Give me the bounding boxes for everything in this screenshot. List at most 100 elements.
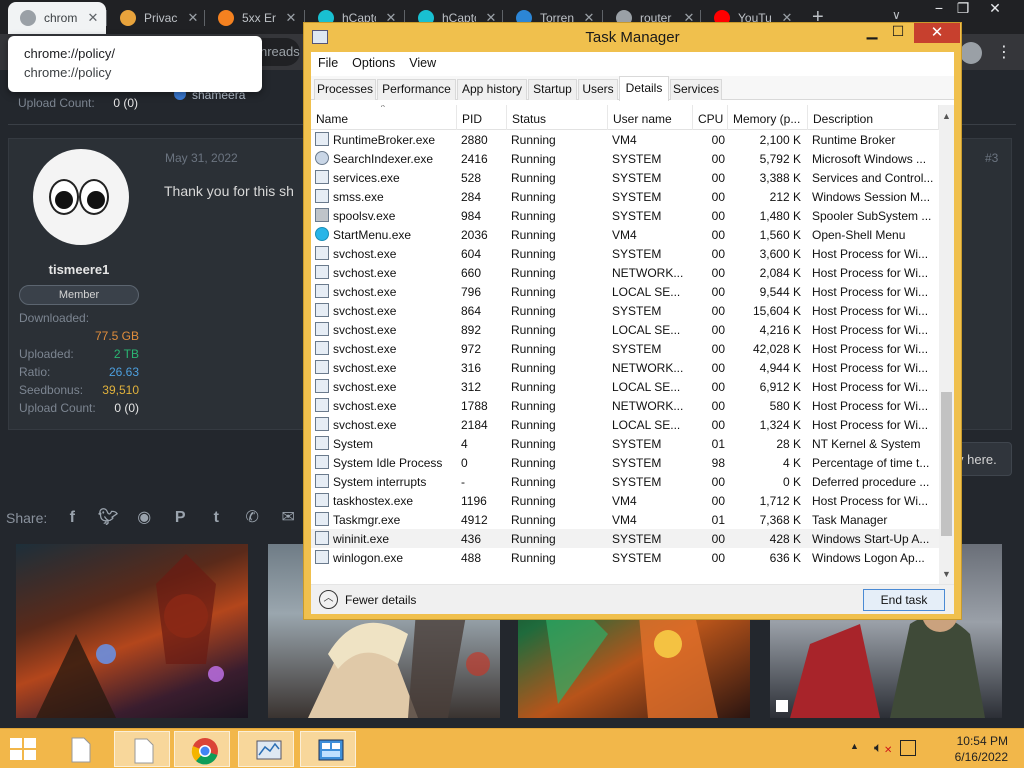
tray-overflow-icon[interactable]: ▲ <box>850 741 859 751</box>
browser-restore-button[interactable]: ❐ <box>948 0 978 22</box>
whatsapp-icon[interactable]: ✆ <box>241 508 263 528</box>
column-header-cpu[interactable]: CPU <box>693 105 728 130</box>
browser-tab[interactable]: chrom ✕ <box>8 2 106 34</box>
table-row[interactable]: RuntimeBroker.exe 2880 Running VM4 00 2,100 K… <box>311 130 939 149</box>
table-row[interactable]: System 4 Running SYSTEM 01 28 K NT Kernel & Sy… <box>311 434 939 453</box>
avatar[interactable] <box>33 149 129 245</box>
cell-mem: 5,792 K <box>759 152 801 166</box>
chrome-icon[interactable] <box>174 731 230 767</box>
table-row[interactable]: svchost.exe 892 Running LOCAL SE... 00 4,216 … <box>311 320 939 339</box>
column-header-description[interactable]: Description <box>808 105 939 130</box>
twitter-icon[interactable]: 🐦︎ <box>97 508 119 528</box>
post-date[interactable]: May 31, 2022 <box>165 151 238 165</box>
window-titlebar[interactable]: Task Manager ▁ ☐ ✕ <box>304 23 961 52</box>
table-row[interactable]: winlogon.exe 488 Running SYSTEM 00 636 K Windo… <box>311 548 939 567</box>
menu-view[interactable]: View <box>402 52 443 74</box>
scrollbar-thumb[interactable] <box>941 392 952 536</box>
stat-value: 2 TB <box>113 347 139 361</box>
fewer-details-link[interactable]: Fewer details <box>345 593 416 607</box>
table-row[interactable]: spoolsv.exe 984 Running SYSTEM 00 1,480 K Spoo… <box>311 206 939 225</box>
close-button[interactable]: ✕ <box>914 23 960 43</box>
profile-avatar[interactable] <box>960 42 982 64</box>
tab-performance[interactable]: Performance <box>377 79 456 100</box>
start-button[interactable] <box>10 738 38 762</box>
table-row[interactable]: svchost.exe 316 Running NETWORK... 00 4,944 K… <box>311 358 939 377</box>
scroll-down-icon[interactable]: ▼ <box>939 569 954 579</box>
scroll-up-icon[interactable]: ▲ <box>939 111 954 121</box>
tab-processes[interactable]: Processes <box>314 79 376 100</box>
cell-cpu: 00 <box>711 228 725 242</box>
column-header-memory[interactable]: Memory (p... <box>728 105 808 130</box>
clock-time[interactable]: 10:54 PM <box>930 734 1008 748</box>
tab-search-button[interactable]: ∨ <box>892 8 901 22</box>
table-row[interactable]: services.exe 528 Running SYSTEM 00 3,388 K Ser… <box>311 168 939 187</box>
chrome-menu-icon[interactable]: ⋮ <box>996 42 1012 62</box>
tumblr-icon[interactable]: t <box>205 508 227 528</box>
pinterest-icon[interactable]: P <box>169 508 191 528</box>
table-row[interactable]: System interrupts - Running SYSTEM 00 0 K Defe… <box>311 472 939 491</box>
table-row[interactable]: SearchIndexer.exe 2416 Running SYSTEM 00 5,79… <box>311 149 939 168</box>
table-row[interactable]: Taskmgr.exe 4912 Running VM4 01 7,368 K Task M… <box>311 510 939 529</box>
control-panel-icon[interactable] <box>300 731 356 767</box>
table-row[interactable]: svchost.exe 604 Running SYSTEM 00 3,600 K Host… <box>311 244 939 263</box>
tab-app-history[interactable]: App history <box>457 79 527 100</box>
table-row[interactable]: StartMenu.exe 2036 Running VM4 00 1,560 K Open… <box>311 225 939 244</box>
notepad-icon[interactable] <box>114 731 170 767</box>
table-row[interactable]: svchost.exe 796 Running LOCAL SE... 00 9,544 … <box>311 282 939 301</box>
cell-name: svchost.exe <box>333 323 397 337</box>
cell-name: winlogon.exe <box>333 551 404 565</box>
table-row[interactable]: wininit.exe 436 Running SYSTEM 00 428 K Window… <box>311 529 939 548</box>
table-row[interactable]: svchost.exe 660 Running NETWORK... 00 2,084 K… <box>311 263 939 282</box>
table-row[interactable]: taskhostex.exe 1196 Running VM4 00 1,712 K Hos… <box>311 491 939 510</box>
game-artwork-thumbnail[interactable] <box>16 544 248 718</box>
cell-pid: 972 <box>461 342 482 356</box>
menu-file[interactable]: File <box>311 52 345 74</box>
table-row[interactable]: System Idle Process 0 Running SYSTEM 98 4 K Pe… <box>311 453 939 472</box>
close-icon[interactable]: ✕ <box>86 10 100 26</box>
cell-desc: Host Process for Wi... <box>812 304 929 318</box>
close-icon[interactable]: ✕ <box>284 10 298 26</box>
tab-startup[interactable]: Startup <box>528 79 577 100</box>
table-row[interactable]: svchost.exe 1788 Running NETWORK... 00 580 K H… <box>311 396 939 415</box>
table-row[interactable]: svchost.exe 312 Running LOCAL SE... 00 6,912 … <box>311 377 939 396</box>
column-header-status[interactable]: Status <box>507 105 608 130</box>
tooltip-title: chrome://policy/ <box>24 46 116 61</box>
cell-cpu: 00 <box>711 551 725 565</box>
cell-cpu: 00 <box>711 304 725 318</box>
process-icon <box>315 265 329 279</box>
reddit-icon[interactable]: ◉ <box>133 508 155 528</box>
facebook-icon[interactable]: f <box>61 508 83 528</box>
table-row[interactable]: svchost.exe 972 Running SYSTEM 00 42,028 K Hos… <box>311 339 939 358</box>
file-explorer-icon[interactable] <box>52 731 108 767</box>
browser-close-button[interactable]: ✕ <box>980 0 1010 22</box>
browser-tab[interactable]: 5xx Er ✕ <box>206 4 304 32</box>
cell-name: RuntimeBroker.exe <box>333 133 436 147</box>
cell-desc: Deferred procedure ... <box>812 475 930 489</box>
tab-users[interactable]: Users <box>578 79 618 100</box>
cell-mem: 580 K <box>769 399 801 413</box>
stat-value: 0 (0) <box>114 401 139 415</box>
table-row[interactable]: svchost.exe 864 Running SYSTEM 00 15,604 K Hos… <box>311 301 939 320</box>
column-header-name[interactable]: Name ^ <box>311 105 457 130</box>
column-header-user-name[interactable]: User name <box>608 105 693 130</box>
username[interactable]: tismeere1 <box>9 262 149 277</box>
tab-details[interactable]: Details <box>619 76 669 101</box>
speaker-icon[interactable]: 🔈︎ <box>874 739 882 756</box>
end-task-button[interactable]: End task <box>863 589 945 611</box>
tab-services[interactable]: Services <box>670 79 722 100</box>
menu-options[interactable]: Options <box>345 52 402 74</box>
chevron-up-icon[interactable]: ︿ <box>319 590 338 609</box>
maximize-button[interactable]: ☐ <box>884 23 912 43</box>
post-number[interactable]: #3 <box>985 151 998 165</box>
column-header-pid[interactable]: PID <box>457 105 507 130</box>
close-icon[interactable]: ✕ <box>186 10 200 26</box>
email-icon[interactable]: ✉ <box>277 508 299 528</box>
clock-date[interactable]: 6/16/2022 <box>930 750 1008 764</box>
browser-tab[interactable]: Privac ✕ <box>108 4 206 32</box>
vertical-scrollbar[interactable]: ▲ ▼ <box>939 105 954 584</box>
minimize-button[interactable]: ▁ <box>858 23 886 43</box>
table-row[interactable]: svchost.exe 2184 Running LOCAL SE... 00 1,324… <box>311 415 939 434</box>
resource-monitor-icon[interactable] <box>238 731 294 767</box>
table-row[interactable]: smss.exe 284 Running SYSTEM 00 212 K Windows S… <box>311 187 939 206</box>
network-icon[interactable] <box>900 740 916 756</box>
